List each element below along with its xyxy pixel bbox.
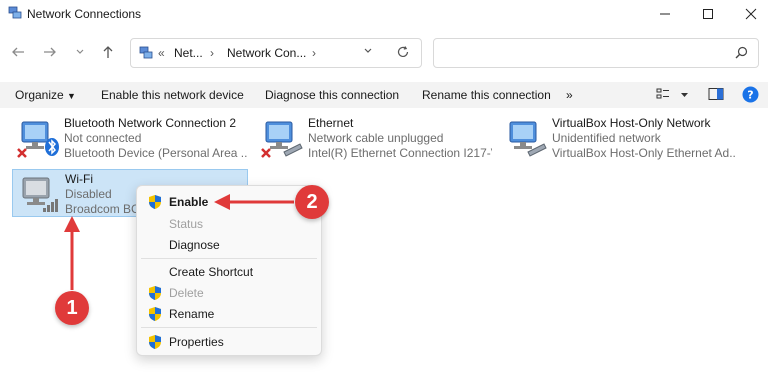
- menu-item-label: Properties: [169, 335, 224, 349]
- menu-separator: [141, 258, 317, 259]
- connection-device: Broadcom BC: [65, 202, 140, 216]
- connection-status: Not connected: [64, 131, 142, 145]
- connection-device: Intel(R) Ethernet Connection I217-V: [308, 146, 492, 160]
- menu-item-label: Create Shortcut: [169, 265, 254, 279]
- connections-view: Bluetooth Network Connection 2 Not conne…: [0, 112, 768, 373]
- connection-device: Bluetooth Device (Personal Area ...: [64, 146, 248, 160]
- shield-icon: [149, 195, 161, 209]
- menu-item-properties[interactable]: Properties: [137, 331, 321, 352]
- menu-item-enable[interactable]: Enable: [137, 191, 321, 212]
- connection-item-bluetooth[interactable]: Bluetooth Network Connection 2 Not conne…: [12, 114, 248, 162]
- address-dropdown-button[interactable]: [363, 46, 373, 59]
- connection-status: Disabled: [65, 187, 112, 201]
- connection-item-virtualbox[interactable]: VirtualBox Host-Only Network Unidentifie…: [500, 114, 736, 162]
- connection-device: VirtualBox Host-Only Ethernet Ad...: [552, 146, 736, 160]
- organize-button[interactable]: Organize ▼: [15, 88, 76, 102]
- context-menu: Enable Status Diagnose Create Shortcut D…: [136, 185, 322, 356]
- arrow-right-icon: [44, 47, 56, 57]
- enable-device-button[interactable]: Enable this network device: [101, 88, 244, 102]
- minimize-button[interactable]: [645, 0, 685, 28]
- connection-name: Wi-Fi: [65, 172, 93, 186]
- connection-item-ethernet[interactable]: Ethernet Network cable unplugged Intel(R…: [256, 114, 492, 162]
- annotation-badge-1: 1: [55, 291, 89, 325]
- annotation-badge-2: 2: [295, 185, 329, 219]
- title-bar: Network Connections: [0, 0, 768, 28]
- refresh-button[interactable]: [396, 45, 410, 62]
- command-bar: Organize ▼ Enable this network device Di…: [0, 82, 768, 108]
- menu-item-label: Enable: [169, 195, 209, 209]
- recent-locations-button[interactable]: [70, 42, 90, 62]
- menu-item-label: Diagnose: [169, 238, 220, 252]
- breadcrumb-segment[interactable]: Net...: [174, 46, 203, 60]
- menu-item-create-shortcut[interactable]: Create Shortcut: [137, 261, 321, 282]
- network-connections-icon: [8, 6, 22, 19]
- preview-pane-icon: [708, 88, 724, 100]
- breadcrumb-separator[interactable]: ›: [210, 46, 214, 60]
- menu-item-rename[interactable]: Rename: [137, 303, 321, 324]
- close-icon: [745, 8, 757, 20]
- help-icon: ?: [742, 86, 759, 103]
- address-bar[interactable]: « Net... › Network Con... ›: [130, 38, 422, 68]
- menu-item-label: Status: [169, 217, 204, 231]
- connection-name: Bluetooth Network Connection 2: [64, 116, 237, 130]
- refresh-icon: [397, 46, 409, 58]
- wifi-network-icon: [22, 177, 58, 212]
- dropdown-arrow-icon: [681, 93, 688, 97]
- organize-label: Organize: [15, 88, 64, 102]
- breadcrumb-segment[interactable]: Network Con...: [227, 46, 306, 60]
- forward-button[interactable]: [40, 42, 60, 62]
- maximize-button[interactable]: [688, 0, 728, 28]
- menu-item-label: Rename: [169, 307, 215, 321]
- view-options-icon: [656, 88, 669, 99]
- menu-item-diagnose[interactable]: Diagnose: [137, 234, 321, 255]
- overflow-chevron[interactable]: «: [158, 46, 165, 60]
- help-button[interactable]: ?: [742, 86, 759, 106]
- svg-text:?: ?: [747, 89, 753, 102]
- ethernet-icon: [261, 121, 303, 158]
- arrow-left-icon: [12, 47, 24, 57]
- connection-name: VirtualBox Host-Only Network: [552, 116, 711, 130]
- connection-status: Network cable unplugged: [308, 131, 444, 145]
- maximize-icon: [703, 9, 713, 19]
- bluetooth-network-icon: [17, 121, 59, 158]
- menu-separator: [141, 327, 317, 328]
- window-title: Network Connections: [27, 7, 142, 21]
- shield-icon: [149, 335, 161, 349]
- more-commands-button[interactable]: »: [566, 88, 573, 102]
- menu-item-delete: Delete: [137, 282, 321, 303]
- rename-button[interactable]: Rename this connection: [422, 88, 551, 102]
- chevron-down-icon: [76, 49, 84, 54]
- shield-icon: [149, 307, 161, 321]
- network-folder-icon: [139, 46, 153, 59]
- preview-pane-button[interactable]: [708, 87, 724, 104]
- menu-item-label: Delete: [169, 286, 204, 300]
- connection-status: Unidentified network: [552, 131, 661, 145]
- chevron-down-icon: [364, 48, 372, 53]
- connection-name: Ethernet: [308, 116, 354, 130]
- search-icon: [735, 46, 748, 62]
- search-box[interactable]: [433, 38, 759, 68]
- back-button[interactable]: [8, 42, 28, 62]
- shield-icon: [149, 286, 161, 300]
- address-row: « Net... › Network Con... ›: [0, 28, 768, 78]
- diagnose-button[interactable]: Diagnose this connection: [265, 88, 399, 102]
- arrow-up-icon: [103, 46, 113, 58]
- change-view-button[interactable]: [656, 87, 672, 104]
- menu-item-status: Status: [137, 213, 321, 234]
- up-button[interactable]: [98, 42, 118, 62]
- virtualbox-network-icon: [509, 121, 547, 157]
- dropdown-arrow-icon: ▼: [67, 91, 76, 101]
- breadcrumb-separator[interactable]: ›: [312, 46, 316, 60]
- close-button[interactable]: [731, 0, 768, 28]
- minimize-icon: [660, 13, 670, 15]
- view-dropdown-button[interactable]: [680, 89, 689, 103]
